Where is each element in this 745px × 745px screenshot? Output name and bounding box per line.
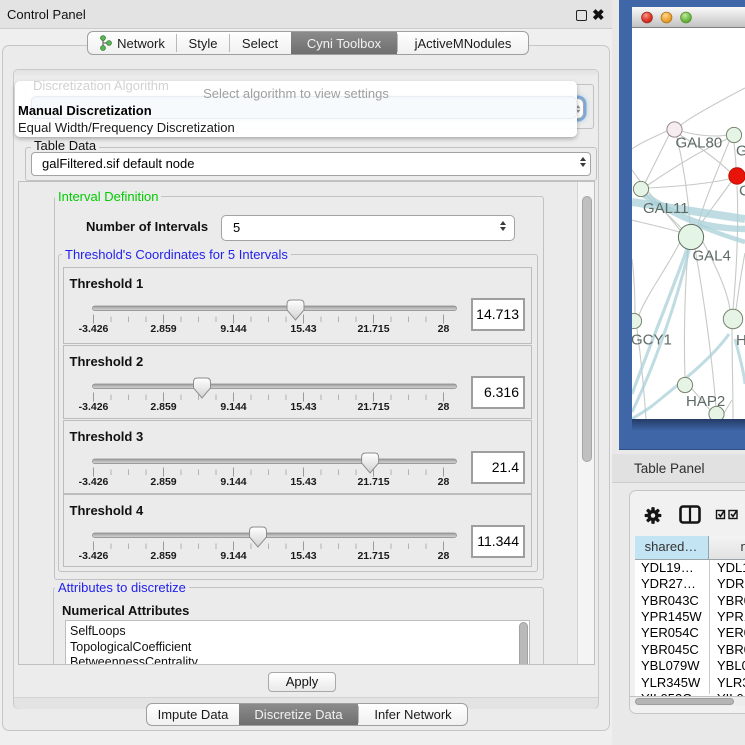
svg-text:2.859: 2.859 (150, 400, 176, 412)
svg-text:2.859: 2.859 (150, 475, 176, 487)
svg-text:HAP2: HAP2 (686, 393, 725, 410)
svg-text:9.144: 9.144 (220, 323, 246, 335)
svg-text:GAL80: GAL80 (676, 135, 723, 152)
svg-text:9.144: 9.144 (220, 550, 246, 562)
svg-text:9.144: 9.144 (220, 475, 246, 487)
svg-text:28: 28 (437, 550, 449, 562)
svg-text:-3.426: -3.426 (78, 400, 108, 412)
svg-text:28: 28 (437, 323, 449, 335)
svg-text:-3.426: -3.426 (78, 323, 108, 335)
svg-text:2.859: 2.859 (150, 550, 176, 562)
svg-text:15.43: 15.43 (290, 550, 316, 562)
svg-text:21.715: 21.715 (357, 400, 389, 412)
svg-text:GA: GA (736, 143, 745, 160)
svg-text:21.715: 21.715 (357, 475, 389, 487)
svg-text:GAL4: GAL4 (693, 248, 731, 265)
svg-text:28: 28 (437, 475, 449, 487)
svg-text:GCY1: GCY1 (632, 332, 672, 349)
svg-text:GAL11: GAL11 (643, 200, 689, 217)
svg-text:15.43: 15.43 (290, 475, 316, 487)
svg-text:15.43: 15.43 (290, 400, 316, 412)
svg-text:21.715: 21.715 (357, 323, 389, 335)
svg-text:9.144: 9.144 (220, 400, 246, 412)
svg-text:H: H (736, 332, 745, 349)
svg-text:2.859: 2.859 (150, 323, 176, 335)
svg-text:-3.426: -3.426 (78, 475, 108, 487)
svg-text:15.43: 15.43 (290, 323, 316, 335)
svg-text:28: 28 (437, 400, 449, 412)
svg-text:C: C (739, 183, 745, 200)
svg-text:-3.426: -3.426 (78, 550, 108, 562)
svg-text:21.715: 21.715 (357, 550, 389, 562)
